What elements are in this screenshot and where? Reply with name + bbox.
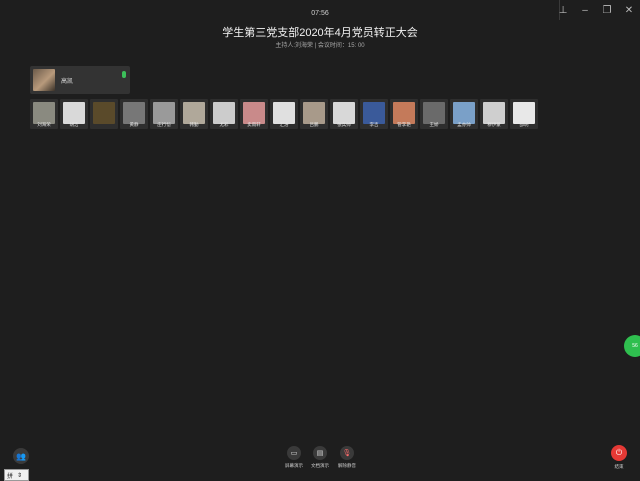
member-tile[interactable]: 汇洛 — [270, 99, 298, 129]
member-tile[interactable]: 黄静 — [120, 99, 148, 129]
member-name: 张兵帅 — [337, 122, 351, 127]
member-name: 吕鹏 — [309, 122, 319, 127]
ime-toggle-icon: ⇕ — [17, 472, 23, 479]
member-tile[interactable]: 管李艳 — [390, 99, 418, 129]
member-avatar — [393, 102, 415, 124]
doc-share-button[interactable]: ▤ 文档演示 — [305, 446, 335, 469]
member-avatar — [483, 102, 505, 124]
speaker-name: 高凯 — [61, 78, 74, 85]
member-tile[interactable]: 穆伊蒙 — [480, 99, 508, 129]
end-meeting-label: 结束 — [614, 464, 624, 469]
speaker-avatar — [33, 69, 55, 91]
members-list-button[interactable]: 👥 — [13, 448, 29, 464]
member-avatar — [363, 102, 385, 124]
unmute-label: 解除静音 — [338, 463, 356, 468]
member-tile[interactable]: 卖雨轩 — [240, 99, 268, 129]
member-name: 韩勤 — [189, 122, 199, 127]
member-name: 王娇 — [429, 122, 439, 127]
member-name: 管李艳 — [397, 122, 411, 127]
member-name: 卖雨轩 — [247, 122, 261, 127]
member-name: 孟亦帅 — [457, 122, 471, 127]
member-avatar — [453, 102, 475, 124]
meeting-clock: 07:56 — [311, 10, 329, 17]
meeting-subtitle: 主持人:刘海荣 | 会议时间：15: 00 — [275, 43, 365, 49]
member-name: 庄行恺 — [157, 122, 171, 127]
power-icon: ⏻ — [611, 445, 627, 461]
member-name: 李吉 — [369, 122, 379, 127]
mic-muted-icon: 🎙 — [340, 446, 354, 460]
member-tile[interactable]: 王娇 — [420, 99, 448, 129]
member-tile[interactable]: 庄行恺 — [150, 99, 178, 129]
member-avatar — [63, 102, 85, 124]
member-tile[interactable]: 邵明 — [510, 99, 538, 129]
ime-label: 拼 — [7, 473, 14, 480]
member-avatar — [273, 102, 295, 124]
member-tile[interactable] — [90, 99, 118, 129]
member-name: 穆伊蒙 — [487, 122, 501, 127]
member-tile[interactable]: 韩勤 — [180, 99, 208, 129]
member-tile[interactable]: 胡洁 — [60, 99, 88, 129]
member-tile[interactable]: 李吉 — [360, 99, 388, 129]
member-name: 刘海荣 — [37, 122, 51, 127]
member-avatar — [423, 102, 445, 124]
member-avatar — [333, 102, 355, 124]
member-avatar — [183, 102, 205, 124]
member-name: 黄静 — [129, 122, 139, 127]
member-tile[interactable]: 尤彩 — [210, 99, 238, 129]
member-avatar — [303, 102, 325, 124]
member-name: 尤彩 — [219, 122, 229, 127]
screen-share-icon: ▭ — [287, 446, 301, 460]
meeting-title: 学生第三党支部2020年4月党员转正大会 — [222, 27, 418, 39]
member-tile[interactable]: 孟亦帅 — [450, 99, 478, 129]
member-avatar — [93, 102, 115, 124]
end-meeting-button[interactable]: ⏻ 结束 — [610, 445, 628, 470]
member-avatar — [243, 102, 265, 124]
member-avatar — [513, 102, 535, 124]
member-avatar — [33, 102, 55, 124]
members-strip: 刘海荣 胡洁 黄静 庄行恺 韩勤 尤彩 卖雨轩 汇洛 吕鹏 张兵帅 李吉 管李艳 王娇 孟亦帅 穆伊蒙 邵明 — [30, 99, 538, 129]
member-name: 汇洛 — [279, 122, 289, 127]
member-name: 邵明 — [519, 122, 529, 127]
ime-indicator[interactable]: 拼 ⇕ — [4, 469, 30, 481]
side-float-badge[interactable]: 56 — [624, 335, 640, 357]
member-tile[interactable]: 刘海荣 — [30, 99, 58, 129]
mic-icon — [122, 71, 126, 78]
member-avatar — [123, 102, 145, 124]
member-name: 胡洁 — [69, 122, 79, 127]
folder-icon: ▤ — [313, 446, 327, 460]
member-tile[interactable]: 张兵帅 — [330, 99, 358, 129]
member-avatar — [213, 102, 235, 124]
member-avatar — [153, 102, 175, 124]
unmute-button[interactable]: 🎙 解除静音 — [332, 446, 362, 469]
side-float-badge-label: 56 — [632, 343, 638, 349]
people-icon: 👥 — [16, 451, 26, 461]
member-tile[interactable]: 吕鹏 — [300, 99, 328, 129]
doc-share-label: 文档演示 — [311, 463, 329, 468]
active-speaker-card[interactable]: 高凯 — [30, 66, 130, 94]
